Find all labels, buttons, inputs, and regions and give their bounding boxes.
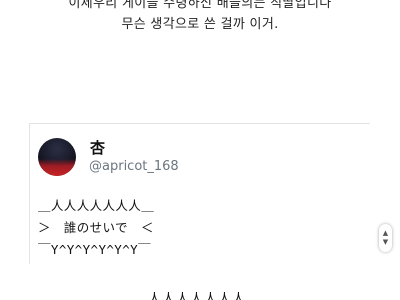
tweet-embed[interactable]: 杏 @apricot_168 ＿人人人人人人人＿ ＞ 誰のせいで ＜ ￣Y^Y^…: [29, 123, 370, 264]
chevron-up-icon[interactable]: ▲: [379, 230, 392, 237]
ascii-art-top: ＿人人人人人人人＿: [38, 198, 155, 213]
ascii-art-bottom: ￣Y^Y^Y^Y^Y^Y￣: [38, 242, 151, 257]
tweet-display-name[interactable]: 杏: [90, 137, 105, 158]
tweet-handle[interactable]: @apricot_168: [89, 159, 179, 174]
scroll-control[interactable]: ▲ ▼: [379, 224, 392, 252]
avatar[interactable]: [38, 138, 76, 176]
bottom-ascii-art-partial: 人人人人人人人: [148, 292, 247, 300]
ascii-art-middle: ＞ 誰のせいで ＜: [38, 220, 154, 235]
caption-line-1: 이제우리 게이들 수령하신 배들의는 직딸입니다: [68, 0, 332, 11]
caption-line-2: 무슨 생각으로 쓴 걸까 이거.: [121, 17, 279, 32]
chevron-down-icon[interactable]: ▼: [379, 239, 392, 246]
